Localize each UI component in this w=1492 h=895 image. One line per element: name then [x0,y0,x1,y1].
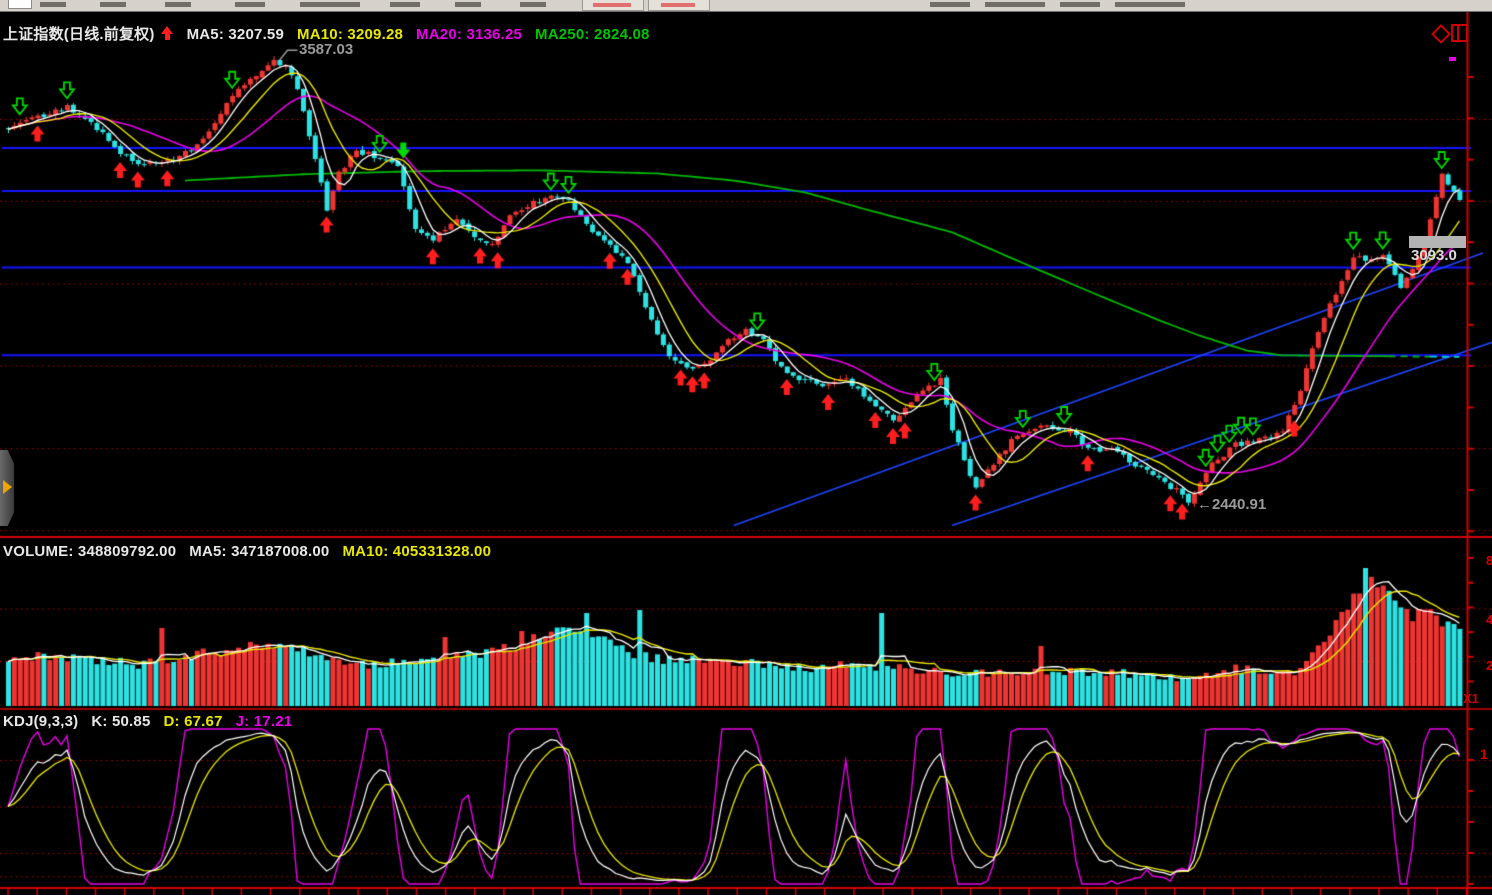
last-price-tag: 3093.0 [1411,247,1457,264]
volume-pane[interactable] [0,538,1492,708]
volume-ma10-label: MA10: 405331328.00 [342,543,491,560]
menu-text-fragment [1060,2,1100,7]
arrow-left-icon: ← [1197,496,1212,513]
app-icon[interactable] [8,0,32,9]
menu-text-fragment [390,2,420,7]
menu-text-fragment [235,2,265,7]
ma250-label: MA250: 2824.08 [535,26,650,43]
index-title: 上证指数(日线.前复权) [3,26,155,43]
volume-ma5-label: MA5: 347187008.00 [189,543,329,560]
volume-header: VOLUME: 348809792.00 MA5: 347187008.00 MA1… [3,543,504,560]
menu-text-fragment [520,2,546,7]
split-window-icon[interactable] [1451,24,1468,42]
volume-value-label: VOLUME: 348809792.00 [3,543,176,560]
kdj-header: KDJ(9,3,3) K: 50.85 D: 67.67 J: 17.21 [3,713,305,730]
up-arrow-icon [161,26,174,41]
chevron-right-icon [3,480,12,494]
kdj-name-label: KDJ(9,3,3) [3,713,78,730]
volume-axis-label-mid: 4 [1486,612,1492,627]
magenta-marker [1449,57,1456,61]
trading-app-window: { "header": { "title": "上证指数(日线.前复权)", "… [0,0,1492,895]
sidebar-expand-tab[interactable] [0,450,14,526]
volume-axis-label-low: 2 [1486,658,1492,673]
menu-text-fragment [300,2,360,7]
kdj-k-label: K: 50.85 [91,713,150,730]
kdj-axis-label: 1 [1480,746,1488,762]
menu-text-fragment [165,2,191,7]
menu-text-fragment [100,2,126,7]
menu-text-fragment [930,2,970,7]
volume-axis-label-top: 8 [1486,553,1492,568]
kdj-d-label: D: 67.67 [164,713,223,730]
menu-text-fragment [1115,2,1185,7]
menu-text-fragment [40,2,66,7]
ma20-label: MA20: 3136.25 [416,26,522,43]
menu-bar-button[interactable] [582,0,644,11]
kdj-pane[interactable] [0,710,1492,887]
menu-bar[interactable] [0,0,1492,12]
kdj-j-label: J: 17.21 [236,713,293,730]
menu-bar-button[interactable] [648,0,710,11]
peak-price-label: 3587.03 [299,41,353,58]
main-chart-pane[interactable] [0,12,1492,536]
trough-price-label: ←2440.91 [1197,496,1266,513]
menu-text-fragment [455,2,481,7]
menu-text-fragment [985,2,1045,7]
ma5-label: MA5: 3207.59 [187,26,284,43]
volume-multiplier-label: X1 [1463,691,1479,706]
